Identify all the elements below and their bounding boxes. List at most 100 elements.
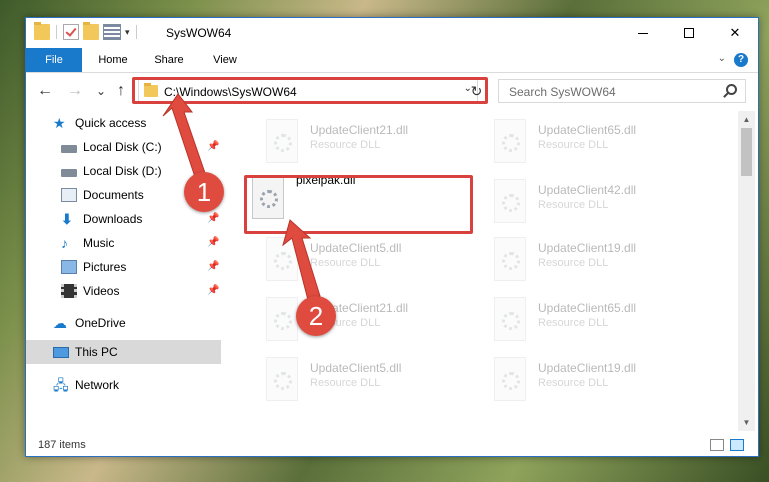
search-icon[interactable] [726,84,737,95]
documents-icon [61,188,77,202]
search-input[interactable]: Search SysWOW64 [498,79,746,103]
title-bar: ▾ SysWOW64 ✕ [26,18,758,48]
status-bar: 187 items [26,436,758,456]
sidebar-item-label: Documents [83,188,144,202]
file-item[interactable]: UpdateClient65.dll Resource DLL [488,293,718,349]
file-item[interactable]: UpdateClient21.dll Resource DLL [260,115,490,171]
sidebar-item-label: Videos [83,284,120,298]
address-path[interactable]: C:\Windows\SysWOW64 [164,85,297,99]
up-button[interactable]: ↑ [112,81,130,101]
file-item[interactable]: UpdateClient5.dll Resource DLL [260,353,490,409]
toolbar-divider [56,25,57,39]
chevron-down-icon[interactable]: ▾ [125,27,130,38]
maximize-icon [684,28,694,38]
file-item[interactable]: UpdateClient42.dll Resource DLL [488,175,718,231]
file-item[interactable]: UpdateClient19.dll Resource DLL [488,353,718,409]
sidebar-item-label: Pictures [83,260,127,274]
pin-icon[interactable]: 📌 [207,141,219,152]
scroll-down-icon[interactable]: ▼ [738,414,755,431]
star-icon: ★ [53,115,66,131]
pin-icon[interactable]: 📌 [207,285,219,296]
sidebar-item-quick-access[interactable]: ★ Quick access [26,111,221,135]
network-icon: 🖧 [53,377,69,393]
file-item-pixelpak[interactable]: pixelpak.dll [246,171,476,227]
scrollbar-thumb[interactable] [741,128,752,176]
scroll-up-icon[interactable]: ▲ [738,111,755,128]
vertical-scrollbar[interactable]: ▲ ▼ [738,111,755,431]
step-1-badge: 1 [184,172,224,212]
window-title: SysWOW64 [166,26,232,40]
dll-file-icon [494,119,526,163]
videos-icon [61,284,77,298]
file-type: Resource DLL [310,257,381,269]
file-name: pixelpak.dll [296,173,356,187]
close-icon: ✕ [729,25,741,40]
pin-icon[interactable]: 📌 [207,237,219,248]
sidebar-item-label: Local Disk (D:) [83,164,162,178]
tab-home[interactable]: Home [88,48,138,72]
customize-icon[interactable] [103,24,121,40]
explorer-window: ▾ SysWOW64 ✕ File Home Share View ⌄ ? ← … [25,17,759,457]
navigation-bar: ← → ⌄ ↑ C:\Windows\SysWOW64 ⌄ ↻ Search S… [26,73,758,109]
dll-file-icon [266,297,298,341]
pin-icon[interactable]: 📌 [207,261,219,272]
tiles-view-icon[interactable] [730,439,744,451]
dll-file-icon [494,297,526,341]
pictures-icon [61,260,77,274]
close-button[interactable]: ✕ [712,18,758,48]
dll-file-icon [266,119,298,163]
tab-file[interactable]: File [26,48,82,72]
file-item[interactable]: UpdateClient65.dll Resource DLL [488,115,718,171]
quick-access-toolbar: ▾ [34,22,139,40]
sidebar-item-music[interactable]: ♪ Music 📌 [26,231,221,255]
dll-file-icon [494,357,526,401]
sidebar-item-network[interactable]: 🖧 Network [26,373,221,397]
dll-file-icon [266,237,298,281]
file-item[interactable]: UpdateClient21.dll Resource DLL [260,293,490,349]
folder-icon[interactable] [34,22,50,40]
item-count: 187 items [38,439,86,451]
sidebar-item-label: Downloads [83,212,143,226]
properties-check-icon[interactable] [63,24,79,40]
recent-locations-button[interactable]: ⌄ [92,81,110,101]
navigation-pane: ★ Quick access Local Disk (C:) 📌 Local D… [26,111,221,431]
file-type: Resource DLL [538,199,609,211]
file-item[interactable]: UpdateClient5.dll Resource DLL [260,233,490,289]
tab-view[interactable]: View [202,48,248,72]
disk-icon [61,169,77,177]
sidebar-item-this-pc[interactable]: This PC [26,340,221,364]
ribbon-tabs: File Home Share View ⌄ ? [26,48,758,73]
file-type: Resource DLL [538,139,609,151]
pc-icon [53,346,69,358]
sidebar-item-pictures[interactable]: Pictures 📌 [26,255,221,279]
file-type: Resource DLL [538,257,609,269]
file-item[interactable]: UpdateClient19.dll Resource DLL [488,233,718,289]
file-type: Resource DLL [310,377,381,389]
step-2-badge: 2 [296,296,336,336]
minimize-button[interactable] [620,18,666,48]
expand-ribbon-icon[interactable]: ⌄ [718,53,726,64]
help-icon[interactable]: ? [734,53,748,67]
sidebar-item-label: Quick access [75,116,147,130]
sidebar-item-downloads[interactable]: ⬇ Downloads 📌 [26,207,221,231]
file-name: UpdateClient65.dll [538,123,637,137]
file-type: Resource DLL [310,139,381,151]
details-view-icon[interactable] [710,439,724,451]
maximize-button[interactable] [666,18,712,48]
sidebar-item-local-disk-c[interactable]: Local Disk (C:) 📌 [26,135,221,159]
file-name: UpdateClient19.dll [538,361,637,375]
refresh-button[interactable]: ↻ [466,79,488,103]
pin-icon[interactable]: 📌 [207,213,219,224]
sidebar-item-onedrive[interactable]: ☁ OneDrive [26,311,221,335]
tab-share[interactable]: Share [144,48,194,72]
sidebar-item-videos[interactable]: Videos 📌 [26,279,221,303]
back-button[interactable]: ← [36,81,54,101]
sidebar-item-label: Network [75,378,120,392]
file-name: UpdateClient5.dll [310,361,402,375]
dll-file-icon [494,179,526,223]
new-folder-icon[interactable] [83,22,99,40]
sidebar-item-label: This PC [75,345,118,359]
file-name: UpdateClient21.dll [310,123,409,137]
forward-button[interactable]: → [66,81,84,101]
address-bar[interactable]: C:\Windows\SysWOW64 ⌄ [138,79,478,103]
